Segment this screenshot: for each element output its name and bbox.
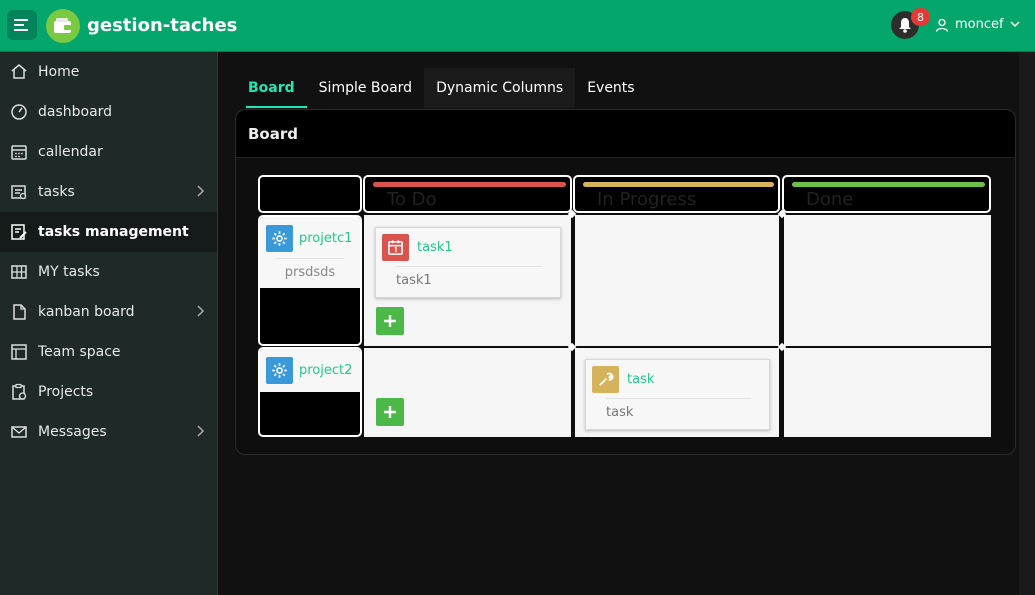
edit-list-icon xyxy=(10,223,28,241)
column-header-in-progress: In Progress xyxy=(573,175,780,213)
layout-icon xyxy=(10,343,28,361)
sidebar-item-label: callendar xyxy=(38,144,103,160)
project-card[interactable]: project2 xyxy=(260,349,360,392)
column-title: Done xyxy=(806,189,854,210)
sidebar-item-projects[interactable]: Projects xyxy=(0,372,217,412)
plus-icon xyxy=(384,315,396,327)
calendar-icon xyxy=(10,143,28,161)
column-title: In Progress xyxy=(597,189,697,210)
add-task-button[interactable] xyxy=(376,398,404,426)
sidebar-item-label: kanban board xyxy=(38,304,135,320)
user-icon xyxy=(935,18,949,32)
user-name: moncef xyxy=(955,17,1004,32)
wrench-icon xyxy=(592,366,619,393)
view-tabs: Board Simple Board Dynamic Columns Event… xyxy=(236,68,647,108)
sidebar-item-tasks-management[interactable]: tasks management xyxy=(0,212,217,252)
sidebar-item-label: tasks xyxy=(38,184,75,200)
tab-events[interactable]: Events xyxy=(575,68,646,108)
project-card[interactable]: projetc1 prsdsds xyxy=(260,217,360,288)
task-description: task xyxy=(606,398,751,420)
tab-dynamic-columns[interactable]: Dynamic Columns xyxy=(424,68,576,108)
menu-icon xyxy=(14,19,28,31)
sidebar-item-home[interactable]: Home xyxy=(0,52,217,92)
sidebar-item-label: tasks management xyxy=(38,224,189,240)
sidebar-item-my-tasks[interactable]: MY tasks xyxy=(0,252,217,292)
sidebar-item-kanban-board[interactable]: kanban board xyxy=(0,292,217,332)
chevron-right-icon xyxy=(197,425,205,437)
notification-badge: 8 xyxy=(911,8,930,26)
chevron-down-icon xyxy=(1010,21,1020,28)
chevron-right-icon xyxy=(197,185,205,197)
sidebar-item-messages[interactable]: Messages xyxy=(0,412,217,452)
column-header-done: Done xyxy=(782,175,991,213)
project-description: prsdsds xyxy=(276,258,344,280)
column-header-todo: To Do xyxy=(363,175,572,213)
mail-icon xyxy=(10,423,28,441)
user-menu[interactable]: moncef xyxy=(935,17,1020,32)
sidebar-item-label: Home xyxy=(38,64,80,80)
file-icon xyxy=(10,303,28,321)
sidebar-item-label: Messages xyxy=(38,424,107,440)
task-card-task[interactable]: task task xyxy=(585,359,770,430)
sidebar-item-team-space[interactable]: Team space xyxy=(0,332,217,372)
project-name[interactable]: projetc1 xyxy=(299,231,352,246)
sidebar: Home dashboard callendar tasks tasks man… xyxy=(0,52,218,595)
column-color-bar xyxy=(792,182,985,187)
column-title: To Do xyxy=(387,189,437,210)
bell-icon xyxy=(899,18,911,33)
home-icon xyxy=(10,63,28,81)
board-title: Board xyxy=(236,110,1015,158)
column-color-bar xyxy=(373,182,566,187)
project-name[interactable]: project2 xyxy=(299,363,352,378)
tab-simple-board[interactable]: Simple Board xyxy=(307,68,424,108)
app-logo xyxy=(46,9,80,43)
app-title: gestion-taches xyxy=(87,15,238,36)
column-color-bar xyxy=(583,182,774,187)
gear-icon xyxy=(266,357,293,384)
sidebar-item-label: Projects xyxy=(38,384,94,400)
chevron-right-icon xyxy=(197,305,205,317)
cell-projetc1-done xyxy=(784,215,991,346)
page-edge xyxy=(1019,52,1035,595)
cell-projetc1-in-progress xyxy=(575,215,779,346)
sidebar-item-label: dashboard xyxy=(38,104,113,120)
gauge-icon xyxy=(10,103,28,121)
task-description: task1 xyxy=(396,266,542,288)
task-name[interactable]: task1 xyxy=(417,240,453,255)
wallet-icon xyxy=(54,18,71,33)
row-header-project2: project2 xyxy=(258,347,362,437)
menu-toggle-button[interactable] xyxy=(7,10,37,40)
sidebar-item-calendar[interactable]: callendar xyxy=(0,132,217,172)
task-card-task1[interactable]: task1 task1 xyxy=(375,227,561,298)
top-bar: gestion-taches 8 moncef xyxy=(0,0,1035,52)
add-task-button[interactable] xyxy=(376,307,404,335)
board-corner-cell xyxy=(258,175,362,213)
sidebar-item-label: MY tasks xyxy=(38,264,100,280)
cell-project2-done xyxy=(784,348,991,437)
tab-board[interactable]: Board xyxy=(236,68,307,108)
plus-icon xyxy=(384,406,396,418)
calendar-icon xyxy=(382,234,409,261)
clipboard-clock-icon xyxy=(10,383,28,401)
row-header-projetc1: projetc1 prsdsds xyxy=(258,215,362,346)
gear-icon xyxy=(266,225,293,252)
grid-icon xyxy=(10,263,28,281)
sidebar-item-label: Team space xyxy=(38,344,121,360)
sidebar-item-dashboard[interactable]: dashboard xyxy=(0,92,217,132)
tasks-icon xyxy=(10,183,28,201)
task-name[interactable]: task xyxy=(627,372,654,387)
sidebar-item-tasks[interactable]: tasks xyxy=(0,172,217,212)
